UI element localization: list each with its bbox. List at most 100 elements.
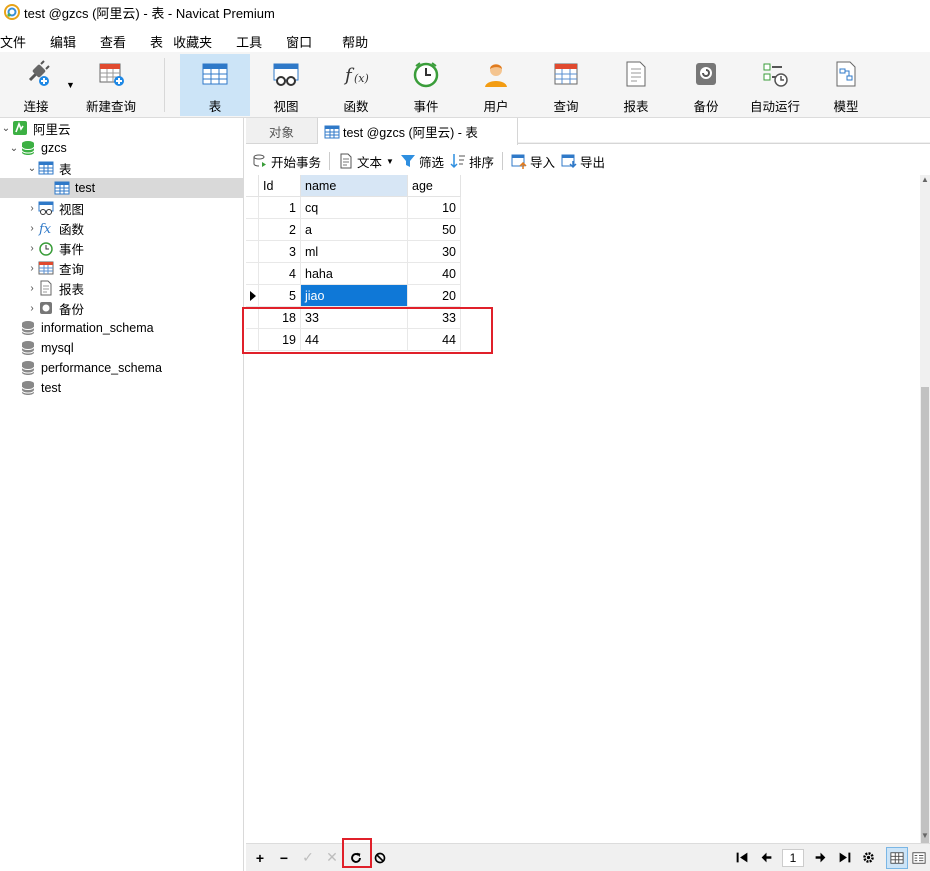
table-button[interactable]: 表 <box>180 54 250 116</box>
tab-table-test[interactable]: test @gzcs (阿里云) - 表 <box>318 118 518 145</box>
cell-age[interactable]: 10 <box>408 197 461 219</box>
tree-reports-node[interactable]: › 报表 <box>0 278 244 298</box>
expand-chevron-icon[interactable]: › <box>26 263 38 274</box>
discard-changes-button[interactable]: ✕ <box>320 846 344 870</box>
data-grid[interactable]: Id name age 1 cq 10 2 a 50 3 ml 30 4 hah… <box>246 175 920 843</box>
query-button[interactable]: 查询 <box>538 54 594 116</box>
column-header-age[interactable]: age <box>408 175 461 197</box>
cell-name-selected[interactable]: jiao <box>301 285 408 307</box>
cell-age[interactable]: 30 <box>408 241 461 263</box>
last-page-button[interactable] <box>832 846 856 870</box>
add-row-button[interactable]: + <box>248 846 272 870</box>
expand-chevron-icon[interactable]: › <box>26 283 38 294</box>
vertical-scrollbar[interactable]: ▲ ▼ <box>920 175 930 871</box>
cell-name[interactable]: ml <box>301 241 408 263</box>
collapse-chevron-icon[interactable]: ⌄ <box>0 123 12 134</box>
row-marker[interactable] <box>246 263 259 285</box>
expand-chevron-icon[interactable]: › <box>26 203 38 214</box>
tree-database-information-schema[interactable]: information_schema <box>0 318 244 338</box>
tree-database-test[interactable]: test <box>0 378 244 398</box>
begin-transaction-button[interactable]: 开始事务 <box>252 152 321 171</box>
user-button[interactable]: 用户 <box>468 54 524 116</box>
delete-row-button[interactable]: − <box>272 846 296 870</box>
expand-chevron-icon[interactable]: › <box>26 243 38 254</box>
menu-table[interactable]: 表 <box>150 32 173 51</box>
cell-id[interactable]: 2 <box>259 219 301 241</box>
tree-views-node[interactable]: › 视图 <box>0 198 244 218</box>
page-number-field[interactable]: 1 <box>782 848 804 867</box>
connect-button[interactable]: 连接 <box>8 54 64 116</box>
collapse-chevron-icon[interactable]: ⌄ <box>8 143 20 154</box>
collapse-chevron-icon[interactable]: ⌄ <box>26 163 38 174</box>
menu-tools[interactable]: 工具 <box>236 32 286 51</box>
text-button[interactable]: 文本 ▼ <box>338 152 394 171</box>
function-button[interactable]: f (x) 函数 <box>328 54 384 116</box>
tree-functions-node[interactable]: › fx 函数 <box>0 218 244 238</box>
tree-database-gzcs[interactable]: ⌄ gzcs <box>0 138 244 158</box>
scrollbar-thumb[interactable] <box>921 387 929 871</box>
grid-view-button[interactable] <box>886 846 908 869</box>
tree-table-test[interactable]: test <box>0 178 244 198</box>
import-button[interactable]: 导入 <box>511 152 555 171</box>
row-marker[interactable] <box>246 219 259 241</box>
filter-button[interactable]: 筛选 <box>400 152 444 171</box>
scroll-down-arrow-icon[interactable]: ▼ <box>920 831 930 843</box>
event-button[interactable]: 事件 <box>398 54 454 116</box>
tree-connection-aliyun[interactable]: ⌄ 阿里云 <box>0 118 244 138</box>
sort-button[interactable]: 排序 <box>450 152 494 171</box>
row-marker[interactable] <box>246 197 259 219</box>
menu-favorites[interactable]: 收藏夹 <box>173 32 236 51</box>
table-row[interactable]: 2 a 50 <box>246 219 461 241</box>
cell-id[interactable]: 4 <box>259 263 301 285</box>
tree-tables-node[interactable]: ⌄ 表 <box>0 158 244 178</box>
tree-backups-node[interactable]: › 备份 <box>0 298 244 318</box>
menu-edit[interactable]: 编辑 <box>50 32 88 51</box>
cell-age[interactable]: 20 <box>408 285 461 307</box>
row-marker[interactable] <box>246 241 259 263</box>
cell-name[interactable]: cq <box>301 197 408 219</box>
backup-button[interactable]: 备份 <box>678 54 734 116</box>
tree-queries-node[interactable]: › 查询 <box>0 258 244 278</box>
table-row[interactable]: 4 haha 40 <box>246 263 461 285</box>
new-query-button[interactable]: 新建查询 <box>82 54 140 116</box>
auto-run-button[interactable]: 自动运行 <box>744 54 806 116</box>
cell-age[interactable]: 40 <box>408 263 461 285</box>
cell-age[interactable]: 50 <box>408 219 461 241</box>
column-header-name[interactable]: name <box>301 175 408 197</box>
scroll-up-arrow-icon[interactable]: ▲ <box>920 175 930 187</box>
current-row-marker[interactable] <box>246 285 259 307</box>
export-button[interactable]: 导出 <box>561 152 605 171</box>
form-view-button[interactable] <box>908 847 930 869</box>
table-row[interactable]: 1 cq 10 <box>246 197 461 219</box>
text-dropdown-chevron-icon[interactable]: ▼ <box>386 157 394 166</box>
menu-help[interactable]: 帮助 <box>342 32 380 51</box>
menu-view[interactable]: 查看 <box>100 32 138 51</box>
first-page-button[interactable] <box>730 846 754 870</box>
tree-database-performance-schema[interactable]: performance_schema <box>0 358 244 378</box>
cell-id[interactable]: 1 <box>259 197 301 219</box>
view-button[interactable]: 视图 <box>258 54 314 116</box>
expand-chevron-icon[interactable]: › <box>26 303 38 314</box>
cell-id[interactable]: 3 <box>259 241 301 263</box>
table-row[interactable]: 3 ml 30 <box>246 241 461 263</box>
cell-name[interactable]: a <box>301 219 408 241</box>
apply-changes-button[interactable]: ✓ <box>296 846 320 870</box>
menu-window[interactable]: 窗口 <box>286 32 342 51</box>
cell-name[interactable]: haha <box>301 263 408 285</box>
expand-chevron-icon[interactable]: › <box>26 223 38 234</box>
next-page-button[interactable] <box>808 846 832 870</box>
tree-events-node[interactable]: › 事件 <box>0 238 244 258</box>
tab-objects[interactable]: 对象 <box>246 118 318 144</box>
model-button[interactable]: 模型 <box>818 54 874 116</box>
cell-id[interactable]: 5 <box>259 285 301 307</box>
previous-page-button[interactable] <box>754 846 778 870</box>
navigation-tree[interactable]: ⌄ 阿里云 ⌄ gzcs ⌄ 表 test › 视图 › fx 函数 › 事件 … <box>0 118 244 871</box>
column-header-id[interactable]: Id <box>259 175 301 197</box>
tree-database-mysql[interactable]: mysql <box>0 338 244 358</box>
table-row-current[interactable]: 5 jiao 20 <box>246 285 461 307</box>
menu-file[interactable]: 文件 <box>0 32 38 51</box>
settings-button[interactable] <box>856 846 880 870</box>
report-button[interactable]: 报表 <box>608 54 664 116</box>
event-label: 事件 <box>413 100 439 114</box>
connect-dropdown-chevron-icon[interactable]: ▼ <box>66 80 75 90</box>
